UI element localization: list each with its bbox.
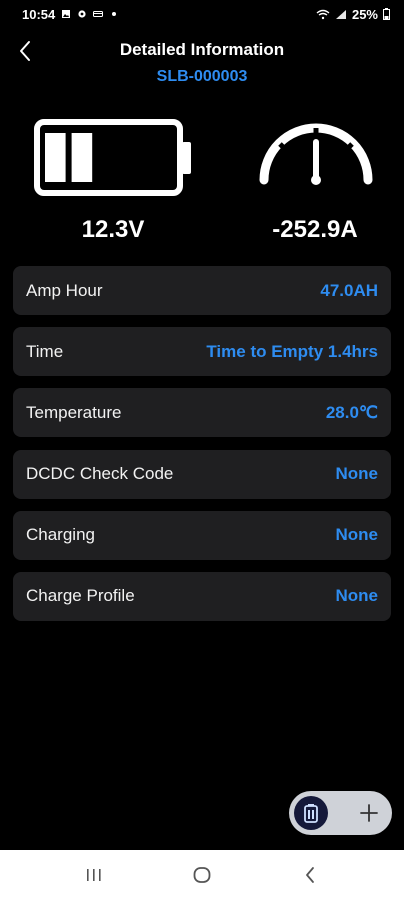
card-icon [93,11,104,17]
status-left: 10:54 [22,7,119,22]
info-value: None [335,586,379,606]
info-row-amp-hour: Amp Hour 47.0AH [13,266,391,315]
info-label: Charge Profile [26,586,135,606]
battery-level-icon [34,118,194,198]
info-row-charge-profile: Charge Profile None [13,571,391,621]
current-value: -252.9A [272,216,358,243]
info-list: Amp Hour 47.0AH Time Time to Empty 1.4hr… [13,266,391,633]
info-row-temperature: Temperature 28.0℃ [13,388,391,438]
voltage-value: 12.3V [81,216,145,243]
recent-apps-button[interactable] [74,855,114,895]
home-button[interactable] [182,855,222,895]
info-label: Amp Hour [26,280,103,300]
info-value: None [335,464,379,484]
battery-cell [71,133,93,182]
info-row-time: Time Time to Empty 1.4hrs [13,327,391,377]
nav-back-button[interactable] [290,855,330,895]
floating-action-pill [289,791,392,835]
speedometer-icon [258,118,374,194]
header: Detailed Information SLB-000003 [0,32,404,92]
battery-icon [383,8,390,20]
battery-fab-button[interactable] [294,796,328,830]
device-id: SLB-000003 [156,68,248,85]
recent-apps-icon [87,869,101,881]
back-icon [306,867,314,883]
plus-icon [360,804,378,822]
gallery-icon [62,10,71,18]
status-right: 25% [316,7,390,22]
info-value: 28.0℃ [325,402,378,422]
info-label: Temperature [26,402,122,422]
home-icon [193,867,211,883]
battery-cell [45,133,66,182]
info-label: DCDC Check Code [26,464,174,484]
settings-icon [78,10,86,18]
status-time: 10:54 [22,6,56,22]
info-label: Charging [26,525,95,545]
battery-percent: 25% [351,6,378,22]
page-title: Detailed Information [119,40,285,59]
dot-icon [112,12,117,16]
info-label: Time [26,341,64,361]
wifi-icon [316,9,330,19]
battery-icon [304,804,318,823]
system-nav-bar [0,850,404,900]
info-row-dcdc-check-code: DCDC Check Code None [13,449,391,499]
info-row-charging: Charging None [13,510,391,560]
info-value: Time to Empty 1.4hrs [206,341,378,361]
signal-icon [335,9,346,19]
info-value: 47.0AH [320,280,378,300]
status-bar: 10:54 25% [0,0,404,28]
info-value: None [335,525,379,545]
screen: 10:54 25% Detailed Information SLB-00000… [0,0,404,900]
add-button[interactable] [354,798,384,828]
